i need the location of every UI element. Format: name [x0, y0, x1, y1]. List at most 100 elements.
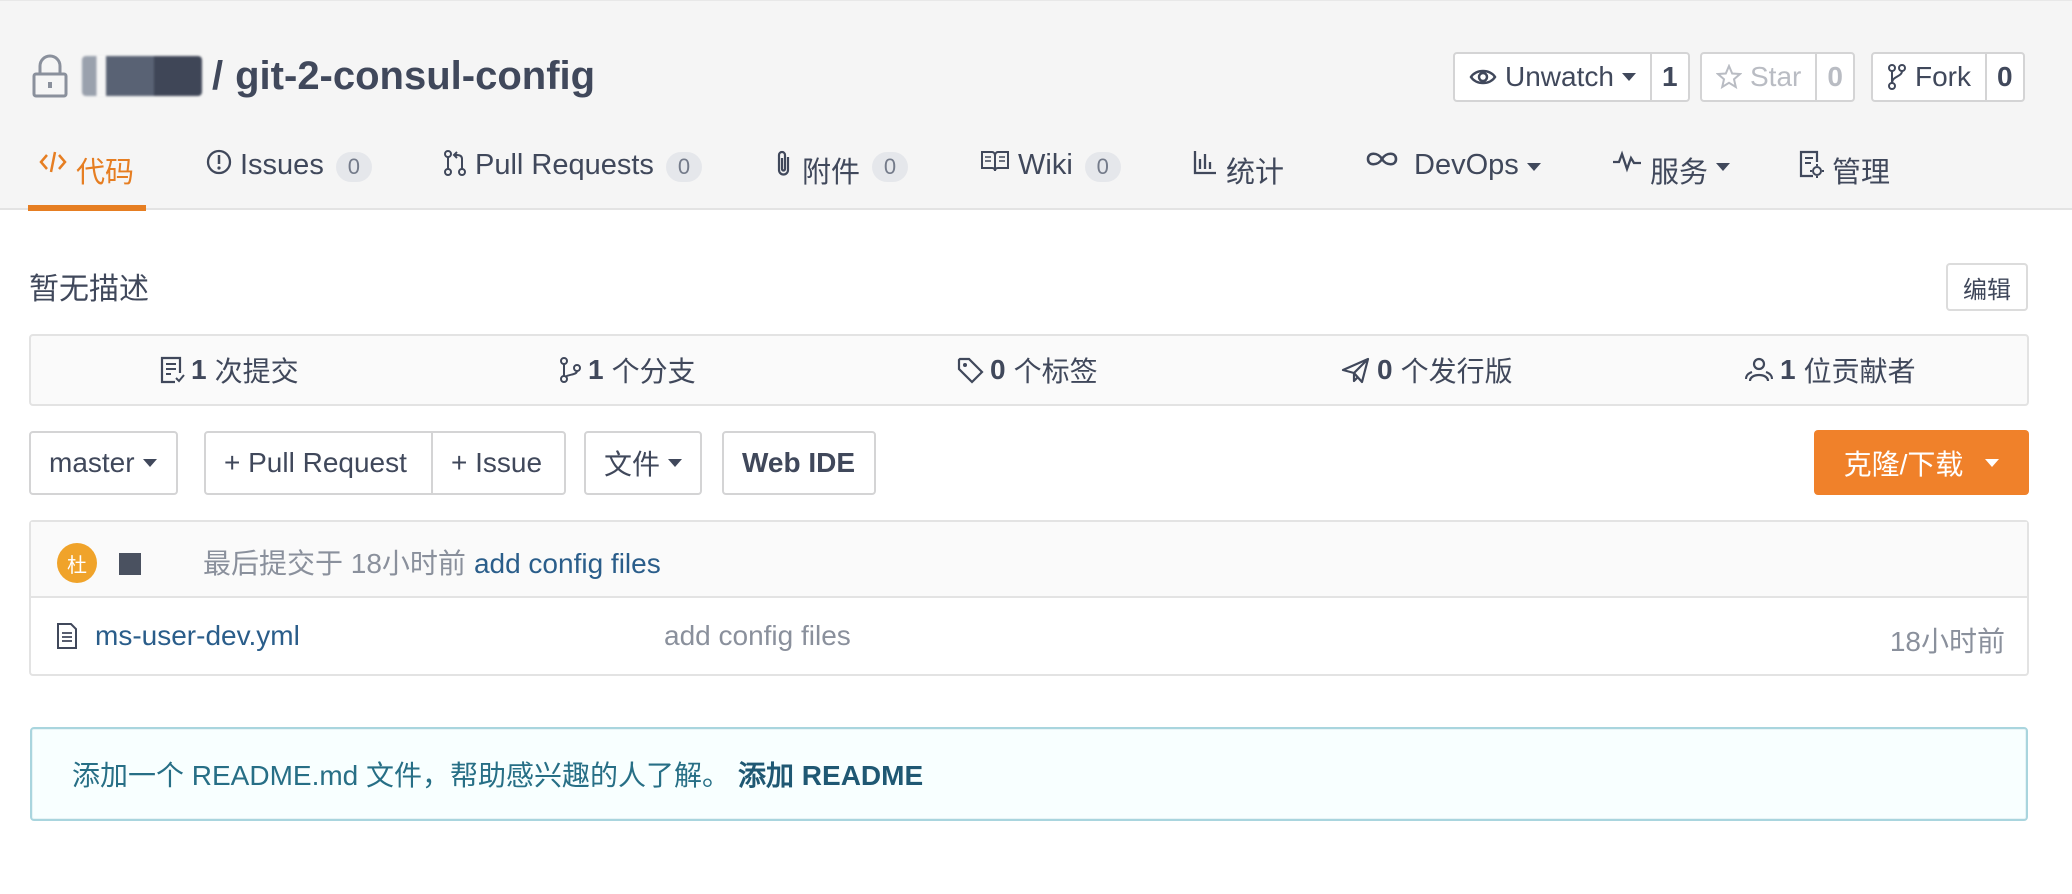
file-menu-button[interactable]: 文件 [584, 431, 702, 495]
unwatch-label: Unwatch [1505, 61, 1614, 92]
tab-issues-label: Issues [240, 149, 324, 181]
fork-label: Fork [1915, 61, 1971, 92]
watch-count[interactable]: 1 [1652, 54, 1688, 100]
stat-releases-count: 0 [1377, 354, 1393, 385]
repo-description: 暂无描述 [29, 273, 149, 306]
fork-button[interactable]: Fork [1873, 54, 1987, 100]
chevron-down-icon [1621, 73, 1636, 81]
file-commit-message[interactable]: add config files [664, 620, 851, 652]
file-updated-time: 18小时前 [1889, 626, 2005, 657]
tab-statistics[interactable]: 统计 [1192, 131, 1284, 211]
avatar[interactable]: 杜 [57, 543, 97, 583]
fork-icon [1887, 63, 1907, 91]
last-commit-bar: 杜 最后提交于 18小时前 add config files [31, 522, 2027, 598]
branch-icon [558, 356, 582, 384]
stat-contributors-label: 位贡献者 [1803, 356, 1916, 387]
tab-pull-requests-label: Pull Requests [475, 149, 654, 181]
web-ide-button[interactable]: Web IDE [722, 431, 876, 495]
branch-select[interactable]: master [29, 431, 178, 495]
stat-commits-count: 1 [191, 354, 207, 385]
stat-tags[interactable]: 0 个标签 [956, 336, 1098, 404]
tab-manage-label: 管理 [1832, 157, 1891, 189]
stat-commits[interactable]: 1 次提交 [159, 336, 299, 404]
last-commit-info: 最后提交于 18小时前 add config files [203, 542, 661, 582]
fork-count[interactable]: 0 [1987, 54, 2023, 100]
edit-description-button[interactable]: 编辑 [1946, 263, 2028, 311]
stat-tags-label: 个标签 [1013, 356, 1098, 387]
issue-icon [206, 149, 232, 175]
stat-branches-count: 1 [588, 354, 604, 385]
repo-title: / git-2-consul-config [30, 47, 595, 105]
tab-services[interactable]: 服务 [1612, 131, 1731, 211]
branch-select-label: master [49, 447, 135, 478]
repo-header: / git-2-consul-config Unwatch 1 Star 0 F… [0, 0, 2072, 211]
tab-issues-badge: 0 [335, 152, 372, 182]
file-name[interactable]: ms-user-dev.yml [95, 620, 300, 652]
infinity-icon [1364, 149, 1400, 169]
stat-branches-label: 个分支 [611, 356, 696, 387]
paperclip-icon [774, 149, 794, 179]
tab-attachments-badge: 0 [872, 152, 909, 182]
chevron-down-icon [668, 459, 683, 467]
star-button[interactable]: Star [1702, 54, 1818, 100]
new-issue-button[interactable]: + Issue [431, 431, 566, 495]
repo-separator: / [212, 53, 224, 98]
tab-attachments[interactable]: 附件 0 [774, 131, 909, 211]
commit-icon [159, 355, 185, 385]
readme-notice: 添加一个 README.md 文件，帮助感兴趣的人了解。 添加 README [30, 727, 2028, 821]
tab-pull-requests-badge: 0 [665, 152, 702, 182]
bar-chart-icon [1192, 149, 1218, 175]
tab-manage[interactable]: 管理 [1798, 131, 1890, 211]
stat-commits-label: 次提交 [214, 356, 299, 387]
tab-issues[interactable]: Issues 0 [206, 131, 372, 211]
star-count[interactable]: 0 [1817, 54, 1853, 100]
stat-contributors[interactable]: 1 位贡献者 [1744, 336, 1916, 404]
tab-pull-requests[interactable]: Pull Requests 0 [443, 131, 702, 211]
tab-devops-label: DevOps [1414, 149, 1519, 181]
add-readme-link[interactable]: 添加 README [738, 754, 923, 794]
owner-name-redacted[interactable] [82, 56, 202, 96]
lock-icon [30, 52, 70, 100]
file-list: 杜 最后提交于 18小时前 add config files ms-user-de… [29, 520, 2029, 676]
repo-name[interactable]: git-2-consul-config [235, 54, 595, 99]
star-button-group: Star 0 [1700, 52, 1855, 102]
tab-wiki-label: Wiki [1018, 149, 1073, 181]
contributors-icon [1744, 356, 1774, 384]
book-icon [980, 149, 1010, 173]
stat-branches[interactable]: 1 个分支 [558, 336, 696, 404]
file-icon [55, 622, 79, 655]
new-pull-request-button[interactable]: + Pull Request [204, 431, 433, 495]
stat-releases-label: 个发行版 [1400, 356, 1513, 387]
last-commit-message[interactable]: add config files [474, 548, 661, 579]
clone-download-label: 克隆/下载 [1843, 448, 1964, 480]
settings-doc-icon [1798, 149, 1824, 179]
tab-services-label: 服务 [1650, 157, 1709, 189]
chevron-down-icon [1716, 163, 1731, 171]
tab-devops[interactable]: DevOps [1364, 131, 1541, 211]
last-commit-time: 最后提交于 18小时前 [203, 548, 466, 579]
send-icon [1341, 356, 1371, 384]
tab-wiki[interactable]: Wiki 0 [980, 131, 1121, 211]
stat-contributors-count: 1 [1780, 354, 1796, 385]
chevron-down-icon [142, 459, 157, 467]
tab-statistics-label: 统计 [1226, 157, 1285, 189]
tab-code[interactable]: 代码 [28, 131, 146, 211]
tab-code-label: 代码 [76, 157, 135, 189]
stat-releases[interactable]: 0 个发行版 [1341, 336, 1513, 404]
stat-tags-count: 0 [990, 354, 1006, 385]
tab-attachments-label: 附件 [802, 157, 861, 189]
tab-wiki-badge: 0 [1084, 152, 1121, 182]
eye-icon [1469, 67, 1497, 87]
file-menu-label: 文件 [604, 449, 661, 480]
unwatch-button[interactable]: Unwatch [1455, 54, 1652, 100]
author-name-redacted[interactable] [119, 553, 141, 575]
list-item[interactable]: ms-user-dev.yml add config files 18小时前 [31, 600, 2027, 674]
fork-button-group: Fork 0 [1871, 52, 2025, 102]
star-icon [1716, 64, 1742, 90]
chevron-down-icon [1526, 163, 1541, 171]
watch-button-group: Unwatch 1 [1453, 52, 1690, 102]
clone-download-button[interactable]: 克隆/下载 [1814, 430, 2029, 495]
chevron-down-icon [1985, 458, 2000, 467]
star-label: Star [1750, 61, 1802, 92]
pull-request-icon [443, 149, 467, 177]
